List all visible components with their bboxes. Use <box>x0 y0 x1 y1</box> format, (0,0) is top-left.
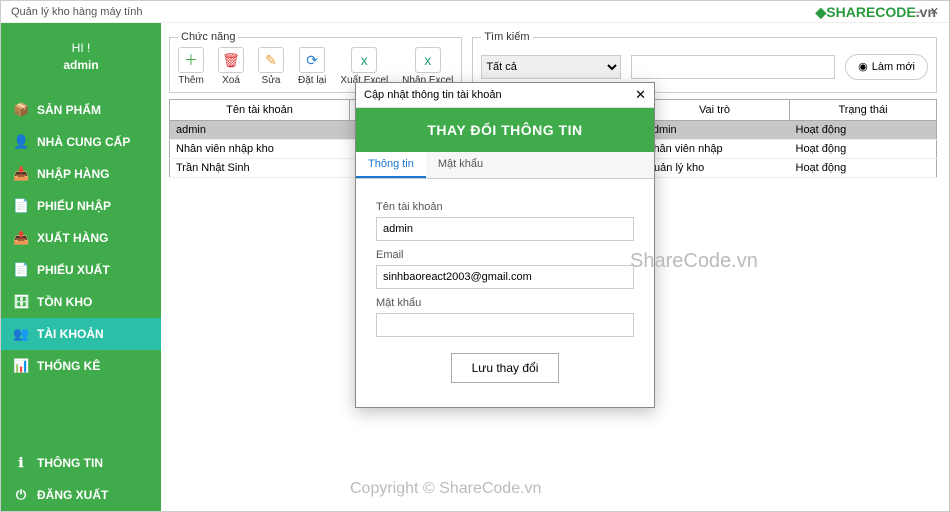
sidebar-item-4[interactable]: 📤 XUẤT HÀNG <box>1 222 161 254</box>
sidebar-icon: 📤 <box>13 230 29 246</box>
sidebar-item-5[interactable]: 📄 PHIẾU XUẤT <box>1 254 161 286</box>
fn-icon: ＋ <box>178 47 204 73</box>
input-matkhau[interactable] <box>376 313 634 337</box>
sidebar: HI ! admin 📦 SẢN PHẨM 👤 NHÀ CUNG CẤP 📥 NHẬP H… <box>1 23 161 511</box>
panel-chucnang-legend: Chức năng <box>178 31 238 43</box>
greeting: HI ! <box>1 41 161 55</box>
label-email: Email <box>376 249 634 261</box>
sidebar-icon: 📊 <box>13 358 29 374</box>
table-header: Trạng thái <box>790 100 937 121</box>
sidebar-footer-1[interactable]: ⏻ ĐĂNG XUẤT <box>1 479 161 511</box>
fn-icon: ⟳ <box>299 47 325 73</box>
sidebar-icon: 📄 <box>13 198 29 214</box>
modal-header: THAY ĐỔI THÔNG TIN <box>356 108 654 152</box>
update-account-modal: Cập nhật thông tin tài khoản ✕ THAY ĐỔI … <box>355 82 655 408</box>
sidebar-item-0[interactable]: 📦 SẢN PHẨM <box>1 94 161 126</box>
save-button[interactable]: Lưu thay đổi <box>451 353 560 383</box>
fn-icon: x <box>415 47 441 73</box>
sidebar-icon: 👥 <box>13 326 29 342</box>
filter-select[interactable]: Tất cả <box>481 55 621 79</box>
tab-matkhau[interactable]: Mật khẩu <box>426 152 495 178</box>
sidebar-item-label: THỐNG KÊ <box>37 359 100 373</box>
label-ten: Tên tài khoản <box>376 201 634 213</box>
sidebar-icon: 📦 <box>13 102 29 118</box>
fn-Nhập Excel[interactable]: xNhập Excel <box>402 47 453 86</box>
sidebar-item-label: TỒN KHO <box>37 295 92 309</box>
fn-Xoá[interactable]: 🗑Xoá <box>218 47 244 86</box>
sidebar-item-label: TÀI KHOẢN <box>37 327 104 341</box>
sidebar-icon: 👤 <box>13 134 29 150</box>
sidebar-icon: ℹ <box>13 455 29 471</box>
sidebar-item-label: ĐĂNG XUẤT <box>37 488 108 502</box>
panel-timkiem-legend: Tìm kiếm <box>481 31 532 43</box>
current-user: admin <box>1 58 161 72</box>
sidebar-item-label: PHIẾU NHẬP <box>37 199 111 213</box>
label-matkhau: Mật khẩu <box>376 297 634 309</box>
fn-Xuất Excel[interactable]: xXuất Excel <box>340 47 388 86</box>
sidebar-item-3[interactable]: 📄 PHIẾU NHẬP <box>1 190 161 222</box>
sidebar-item-label: SẢN PHẨM <box>37 103 101 117</box>
sidebar-item-label: NHÀ CUNG CẤP <box>37 135 130 149</box>
fn-icon: ✎ <box>258 47 284 73</box>
modal-title: Cập nhật thông tin tài khoản <box>364 89 502 101</box>
fn-icon: x <box>351 47 377 73</box>
titlebar: Quản lý kho hàng máy tính — ✕ <box>1 1 949 23</box>
sidebar-item-2[interactable]: 📥 NHẬP HÀNG <box>1 158 161 190</box>
input-email[interactable] <box>376 265 634 289</box>
refresh-icon: ◉ <box>858 60 868 73</box>
fn-Thêm[interactable]: ＋Thêm <box>178 47 204 86</box>
sidebar-item-8[interactable]: 📊 THỐNG KÊ <box>1 350 161 382</box>
sidebar-icon: 📄 <box>13 262 29 278</box>
table-header: Tên tài khoản <box>170 100 350 121</box>
brand-logo: ◆SHARECODE.vn <box>816 4 936 21</box>
sidebar-footer-0[interactable]: ℹ THÔNG TIN <box>1 447 161 479</box>
fn-Đặt lại[interactable]: ⟳Đặt lại <box>298 47 326 86</box>
sidebar-icon: 📥 <box>13 166 29 182</box>
fn-icon: 🗑 <box>218 47 244 73</box>
sidebar-item-label: PHIẾU XUẤT <box>37 263 110 277</box>
sidebar-item-label: NHẬP HÀNG <box>37 167 109 181</box>
search-input[interactable] <box>631 55 835 79</box>
sidebar-item-7[interactable]: 👥 TÀI KHOẢN <box>1 318 161 350</box>
table-header: Vai trò <box>640 100 790 121</box>
modal-close-button[interactable]: ✕ <box>635 87 646 103</box>
sidebar-item-label: THÔNG TIN <box>37 456 103 470</box>
sidebar-icon: ⏻ <box>13 487 29 503</box>
refresh-button[interactable]: ◉Làm mới <box>845 54 928 80</box>
fn-Sửa[interactable]: ✎Sửa <box>258 47 284 86</box>
sidebar-item-6[interactable]: 🗄 TỒN KHO <box>1 286 161 318</box>
tab-thongtin[interactable]: Thông tin <box>356 152 426 178</box>
window-title: Quản lý kho hàng máy tính <box>11 6 142 18</box>
sidebar-item-1[interactable]: 👤 NHÀ CUNG CẤP <box>1 126 161 158</box>
sidebar-item-label: XUẤT HÀNG <box>37 231 108 245</box>
input-ten[interactable] <box>376 217 634 241</box>
sidebar-icon: 🗄 <box>13 294 29 310</box>
